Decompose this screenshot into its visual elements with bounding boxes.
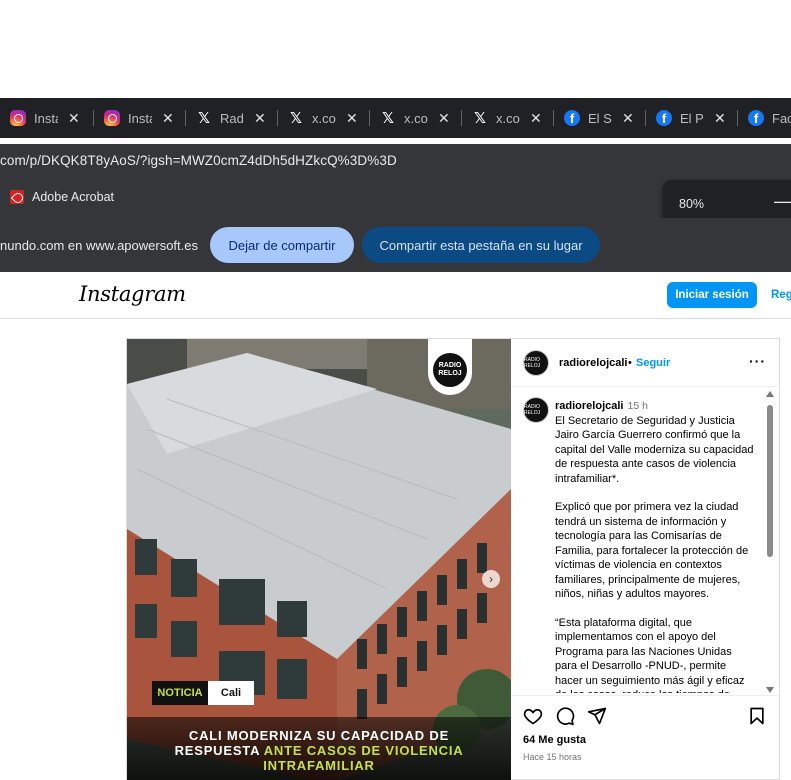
tab-divider bbox=[737, 110, 738, 126]
instagram-header: Instagram Iniciar sesión Regístrate bbox=[0, 272, 791, 319]
login-button[interactable]: Iniciar sesión bbox=[667, 282, 757, 308]
headline-line-1: CALI MODERNIZA SU CAPACIDAD DE bbox=[188, 728, 450, 743]
building-photo bbox=[127, 339, 511, 780]
instagram-icon bbox=[10, 110, 26, 126]
caption-time: 15 h bbox=[627, 400, 648, 412]
post-actions: 64 Me gusta Hace 15 horas bbox=[511, 695, 779, 780]
tab-divider bbox=[369, 110, 370, 126]
register-link[interactable]: Regístrate bbox=[771, 289, 791, 301]
browser-tab-strip: Insta ✕ Insta ✕ 𝕏 Radio ✕ 𝕏 x.com ✕ 𝕏 x.… bbox=[0, 98, 791, 138]
scroll-up-arrow[interactable] bbox=[766, 391, 774, 397]
close-icon[interactable]: ✕ bbox=[438, 110, 450, 127]
tab-label: Face bbox=[772, 110, 791, 126]
tab-label: El Sa bbox=[588, 110, 612, 126]
heart-icon[interactable] bbox=[523, 706, 543, 726]
close-icon[interactable]: ✕ bbox=[714, 110, 726, 127]
radio-reloj-badge: RADIO RELOJ bbox=[428, 339, 472, 395]
adobe-acrobat-icon bbox=[10, 190, 24, 204]
bookmark-icon[interactable] bbox=[747, 706, 767, 726]
post-sidebar: RADIO RELOJ radiorelojcali • Seguir ··· … bbox=[511, 339, 779, 780]
tab-divider bbox=[93, 110, 94, 126]
caption-scrollbar[interactable] bbox=[764, 391, 776, 693]
avatar[interactable]: RADIO RELOJ bbox=[523, 350, 549, 376]
bookmark-adobe-acrobat[interactable]: Adobe Acrobat bbox=[10, 190, 114, 204]
close-icon[interactable]: ✕ bbox=[530, 110, 542, 127]
close-icon[interactable]: ✕ bbox=[68, 110, 80, 127]
post-timestamp: Hace 15 horas bbox=[523, 752, 582, 762]
tab-label: x.com bbox=[496, 110, 520, 126]
tab-label: El Pa bbox=[680, 110, 704, 126]
zoom-out-button[interactable]: — bbox=[774, 191, 791, 212]
headline-line-2b: ANTE CASOS DE VIOLENCIA bbox=[263, 743, 464, 758]
tab-facebook-3[interactable]: f Face bbox=[748, 104, 791, 132]
next-slide-button[interactable]: › bbox=[482, 570, 500, 588]
stop-sharing-button[interactable]: Dejar de compartir bbox=[210, 227, 354, 263]
url-text[interactable]: com/p/DKQK8T8yAoS/?igsh=MWZ0cmZ4dDh5dHZk… bbox=[0, 153, 397, 168]
tag-noticia: NOTICIA bbox=[152, 681, 208, 705]
post-username[interactable]: radiorelojcali bbox=[559, 357, 627, 369]
caption-avatar[interactable]: RADIO RELOJ bbox=[523, 397, 549, 423]
radio-reloj-logo: RADIO RELOJ bbox=[433, 353, 467, 387]
caption-username[interactable]: radiorelojcali bbox=[555, 400, 623, 412]
x-icon: 𝕏 bbox=[289, 109, 303, 127]
tab-label: x.com bbox=[404, 110, 428, 126]
tab-divider bbox=[461, 110, 462, 126]
separator-dot: • bbox=[628, 357, 632, 369]
tab-x-radio[interactable]: 𝕏 Radio ✕ bbox=[196, 104, 266, 132]
tab-divider bbox=[645, 110, 646, 126]
tab-divider bbox=[553, 110, 554, 126]
x-icon: 𝕏 bbox=[381, 109, 395, 127]
share-icon[interactable] bbox=[587, 706, 607, 726]
tab-instagram-2[interactable]: Insta ✕ bbox=[104, 104, 174, 132]
tag-cali: Cali bbox=[208, 681, 254, 705]
post-caption: radiorelojcali 15 h El Secretario de Segu… bbox=[555, 399, 755, 693]
x-icon: 𝕏 bbox=[473, 109, 487, 127]
tab-divider bbox=[185, 110, 186, 126]
media-headline: CALI MODERNIZA SU CAPACIDAD DE RESPUESTA… bbox=[127, 717, 511, 780]
tab-label: x.com bbox=[312, 110, 336, 126]
zoom-level: 80% bbox=[679, 197, 705, 211]
scroll-thumb[interactable] bbox=[767, 405, 773, 557]
facebook-icon: f bbox=[564, 110, 580, 126]
tab-x-3[interactable]: 𝕏 x.com ✕ bbox=[472, 104, 542, 132]
headline-line-3: INTRAFAMILIAR bbox=[263, 758, 375, 773]
share-this-tab-button[interactable]: Compartir esta pestaña en su lugar bbox=[362, 227, 600, 263]
tab-x-2[interactable]: 𝕏 x.com ✕ bbox=[380, 104, 450, 132]
close-icon[interactable]: ✕ bbox=[162, 110, 174, 127]
caption-paragraph-2: Explicó que por primera vez la ciudad te… bbox=[555, 501, 749, 600]
sharing-status-text: nundo.com en www.apowersoft.es bbox=[0, 238, 198, 253]
screen-share-bar: nundo.com en www.apowersoft.es Dejar de … bbox=[0, 218, 791, 272]
post-media[interactable]: RADIO RELOJ › NOTICIA Cali CALI MODERNIZ… bbox=[127, 339, 511, 780]
close-icon[interactable]: ✕ bbox=[622, 110, 634, 127]
bookmark-label: Adobe Acrobat bbox=[32, 190, 115, 204]
instagram-post: RADIO RELOJ › NOTICIA Cali CALI MODERNIZ… bbox=[126, 338, 780, 780]
facebook-icon: f bbox=[656, 110, 672, 126]
close-icon[interactable]: ✕ bbox=[346, 110, 358, 127]
tab-x-1[interactable]: 𝕏 x.com ✕ bbox=[288, 104, 358, 132]
caption-paragraph-1: El Secretario de Seguridad y Justicia Ja… bbox=[555, 414, 754, 485]
tab-label: Radio bbox=[220, 110, 244, 126]
tab-facebook-1[interactable]: f El Sa ✕ bbox=[564, 104, 634, 132]
follow-button[interactable]: Seguir bbox=[636, 357, 670, 369]
close-icon[interactable]: ✕ bbox=[254, 110, 266, 127]
post-header: RADIO RELOJ radiorelojcali • Seguir ··· bbox=[511, 339, 779, 387]
x-icon: 𝕏 bbox=[197, 109, 211, 127]
more-options-icon[interactable]: ··· bbox=[749, 353, 766, 369]
tab-label: Insta bbox=[128, 110, 152, 126]
caption-header: radiorelojcali 15 h bbox=[555, 399, 755, 414]
comment-icon[interactable] bbox=[555, 706, 575, 726]
tab-facebook-2[interactable]: f El Pa ✕ bbox=[656, 104, 726, 132]
scroll-down-arrow[interactable] bbox=[766, 687, 774, 693]
headline-line-2: RESPUESTA ANTE CASOS DE VIOLENCIA bbox=[127, 743, 511, 758]
instagram-icon bbox=[104, 110, 120, 126]
tab-label: Insta bbox=[34, 110, 58, 126]
tab-divider bbox=[277, 110, 278, 126]
instagram-logo[interactable]: Instagram bbox=[79, 282, 186, 306]
caption-paragraph-3: “Esta plataforma digital, que implementa… bbox=[555, 616, 745, 694]
facebook-icon: f bbox=[748, 110, 764, 126]
address-bar[interactable]: com/p/DKQK8T8yAoS/?igsh=MWZ0cmZ4dDh5dHZk… bbox=[0, 144, 791, 178]
tab-instagram-1[interactable]: Insta ✕ bbox=[10, 104, 80, 132]
likes-count[interactable]: 64 Me gusta bbox=[523, 734, 586, 746]
headline-line-2a: RESPUESTA bbox=[174, 743, 264, 758]
